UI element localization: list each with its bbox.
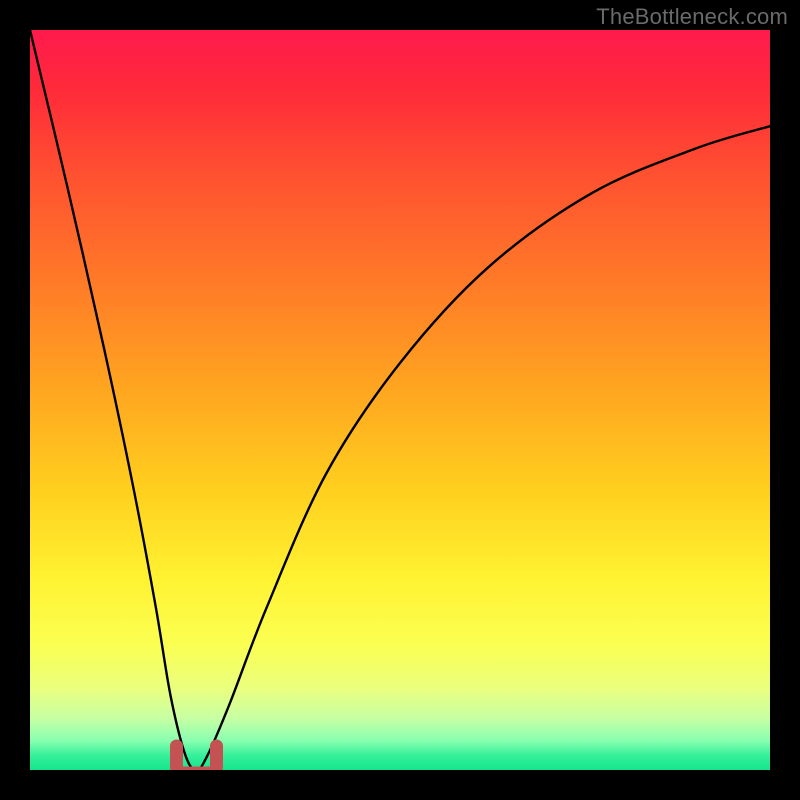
plot-area: [30, 30, 770, 770]
bottleneck-curve: [30, 30, 770, 770]
curve-overlay: [30, 30, 770, 770]
watermark-text: TheBottleneck.com: [596, 4, 788, 30]
chart-frame: TheBottleneck.com: [0, 0, 800, 800]
minimum-marker: [177, 746, 217, 770]
